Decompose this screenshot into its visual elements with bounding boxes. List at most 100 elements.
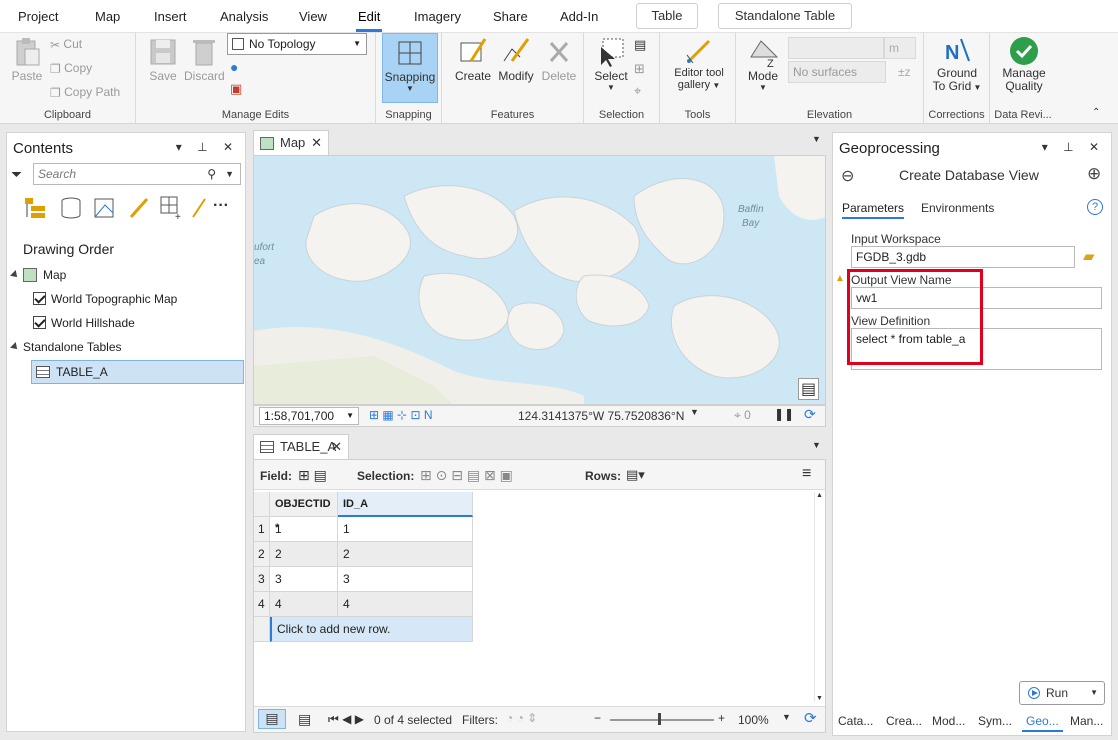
- modify-button[interactable]: Modify: [494, 35, 538, 83]
- snapping-button[interactable]: Snapping ▼: [382, 33, 438, 103]
- layer-world-hillshade[interactable]: World Hillshade: [33, 316, 135, 330]
- selection-tools-icon[interactable]: ⊞ ⊙ ⊟ ▤ ⊠ ▣: [420, 467, 513, 484]
- refresh-icon[interactable]: ⟳: [804, 709, 817, 727]
- save-button[interactable]: Save: [146, 35, 180, 83]
- refresh-icon[interactable]: ⟳: [804, 406, 816, 423]
- collapse-arrow-icon[interactable]: [10, 270, 20, 280]
- search-icon[interactable]: ⚲: [207, 164, 216, 184]
- snapping-list-icon[interactable]: +: [159, 195, 185, 221]
- clear-selection-icon[interactable]: ⌖: [634, 83, 641, 99]
- hamburger-menu-icon[interactable]: ≡: [802, 465, 811, 483]
- row-number[interactable]: 2: [254, 542, 270, 567]
- tab-standalone-table[interactable]: Standalone Table: [718, 3, 852, 29]
- tab-catalog[interactable]: Cata...: [838, 714, 873, 728]
- labeling-icon[interactable]: [189, 195, 209, 221]
- filter-icons[interactable]: ◔ ◔ ⇕: [506, 711, 537, 725]
- tab-project[interactable]: Project: [18, 9, 58, 24]
- cut-button[interactable]: ✂ Cut: [50, 37, 82, 52]
- pane-controls[interactable]: ▾ ⊥ ✕: [176, 140, 239, 154]
- visibility-checkbox[interactable]: [33, 316, 46, 329]
- tab-table[interactable]: Table: [636, 3, 698, 29]
- row-number[interactable]: 1: [254, 517, 270, 542]
- tab-view[interactable]: View: [299, 9, 327, 24]
- chevron-down-icon[interactable]: ▼: [782, 712, 791, 722]
- status-icon[interactable]: ●: [230, 59, 238, 75]
- vertical-scrollbar[interactable]: ▲ ▼: [814, 492, 824, 702]
- create-button[interactable]: Create: [454, 35, 492, 83]
- tab-create-features[interactable]: Crea...: [886, 714, 922, 728]
- data-source-icon[interactable]: [59, 195, 83, 221]
- paste-button[interactable]: Paste: [10, 35, 44, 83]
- drawing-order-icon[interactable]: [23, 195, 49, 221]
- attributes-icon[interactable]: ▤: [634, 37, 646, 53]
- cell-objectid[interactable]: 4: [270, 592, 338, 617]
- cell-objectid[interactable]: 2: [270, 542, 338, 567]
- chevron-down-icon[interactable]: ▼: [812, 440, 821, 450]
- column-header-objectid[interactable]: OBJECTID *: [270, 492, 338, 534]
- select-button[interactable]: Select ▼: [592, 35, 630, 92]
- visibility-checkbox[interactable]: [33, 292, 46, 305]
- row-number[interactable]: 3: [254, 567, 270, 592]
- cell-objectid[interactable]: 3: [270, 567, 338, 592]
- z-offset-icon[interactable]: ±z: [898, 65, 911, 79]
- surface-select[interactable]: No surfaces: [788, 61, 886, 83]
- record-navigation-icon[interactable]: ⏮ ◀ ▶: [328, 712, 364, 727]
- show-selected-records-icon[interactable]: ▤: [298, 711, 311, 728]
- legend-icon[interactable]: ▤: [798, 378, 820, 400]
- tab-manage[interactable]: Man...: [1070, 714, 1103, 728]
- zoom-out-icon[interactable]: −: [594, 711, 601, 725]
- selected-features-icon[interactable]: ⌖ 0: [734, 408, 751, 423]
- map-layer-node[interactable]: Map: [10, 268, 66, 282]
- collapse-ribbon-icon[interactable]: ⌃: [1092, 107, 1100, 118]
- delete-button[interactable]: Delete: [540, 35, 578, 83]
- zoom-in-icon[interactable]: +: [718, 711, 725, 725]
- collapse-arrow-icon[interactable]: [10, 342, 20, 352]
- editing-icon[interactable]: [127, 195, 151, 221]
- tab-modify-features[interactable]: Mod...: [932, 714, 965, 728]
- cell-id-a[interactable]: 4: [338, 592, 473, 617]
- rows-menu-icon[interactable]: ▤▾: [626, 467, 645, 483]
- discard-button[interactable]: Discard: [184, 35, 225, 83]
- add-new-row[interactable]: Click to add new row.: [270, 617, 473, 642]
- selection-list-icon[interactable]: [93, 195, 117, 221]
- ground-to-grid-button[interactable]: N Ground To Grid ▼: [930, 35, 984, 94]
- tab-symbology[interactable]: Sym...: [978, 714, 1012, 728]
- copy-path-button[interactable]: ❐ Copy Path: [50, 85, 120, 100]
- cell-id-a[interactable]: 1: [338, 517, 473, 542]
- layer-world-topographic[interactable]: World Topographic Map: [33, 292, 177, 306]
- zoom-slider[interactable]: [610, 713, 714, 725]
- input-workspace-field[interactable]: FGDB_3.gdb: [851, 246, 1075, 268]
- table-view-tab[interactable]: TABLE_A ✕: [253, 434, 349, 460]
- tab-map[interactable]: Map: [95, 9, 120, 24]
- run-button[interactable]: Run ▼: [1019, 681, 1105, 705]
- error-inspector-icon[interactable]: ▣: [230, 81, 242, 97]
- add-field-icon[interactable]: ⊞ ▤: [298, 467, 327, 484]
- filter-icon[interactable]: ⏷: [11, 166, 22, 183]
- tab-environments[interactable]: Environments: [921, 201, 994, 215]
- chevron-down-icon[interactable]: ▼: [225, 164, 234, 184]
- tab-geoprocessing[interactable]: Geo...: [1022, 710, 1063, 732]
- elevation-units-select[interactable]: m: [884, 37, 916, 59]
- zoom-to-selection-icon[interactable]: ⊞: [634, 61, 645, 77]
- tab-insert[interactable]: Insert: [154, 9, 187, 24]
- row-number[interactable]: 4: [254, 592, 270, 617]
- tab-share[interactable]: Share: [493, 9, 528, 24]
- cell-id-a[interactable]: 2: [338, 542, 473, 567]
- help-icon[interactable]: ?: [1087, 199, 1103, 215]
- copy-button[interactable]: ❐ Copy: [50, 61, 92, 76]
- chevron-down-icon[interactable]: ▼: [812, 134, 821, 144]
- folder-icon[interactable]: ▰: [1083, 247, 1095, 265]
- manage-quality-button[interactable]: Manage Quality: [996, 35, 1052, 93]
- editor-tool-gallery-button[interactable]: Editor tool gallery ▼: [666, 35, 732, 92]
- pane-controls[interactable]: ▾ ⊥ ✕: [1042, 140, 1105, 154]
- tab-edit[interactable]: Edit: [355, 9, 383, 32]
- scale-select[interactable]: 1:58,701,700 ▼: [259, 407, 359, 425]
- cell-id-a[interactable]: 3: [338, 567, 473, 592]
- topology-select[interactable]: No Topology ▼: [227, 33, 367, 55]
- zoom-slider-thumb[interactable]: [658, 713, 661, 725]
- add-icon[interactable]: ⊕: [1087, 164, 1101, 184]
- back-arrow-icon[interactable]: ⊖: [841, 166, 854, 186]
- tab-add-in[interactable]: Add-In: [560, 9, 598, 24]
- map-view-tab[interactable]: Map ✕: [253, 130, 329, 156]
- mode-button[interactable]: Z Mode ▼: [742, 35, 784, 92]
